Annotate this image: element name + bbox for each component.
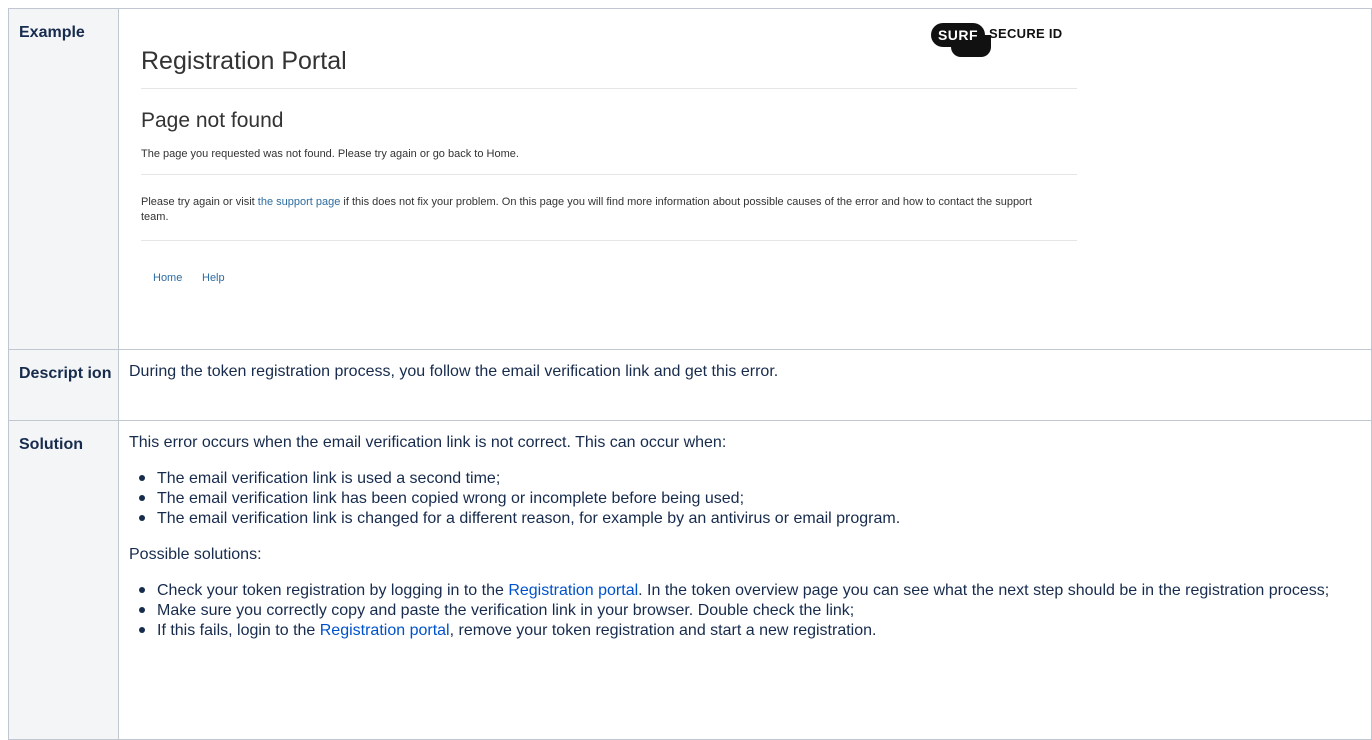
cause-item: The email verification link has been cop… [139,489,1361,509]
footer-divider [141,240,1077,241]
support-text: Please try again or visit the support pa… [141,195,1061,225]
solution-1-prefix: Check your token registration by logging… [157,582,509,599]
cause-item: The email verification link is changed f… [139,509,1361,529]
support-prefix: Please try again or visit [141,196,258,208]
solutions-heading: Possible solutions: [129,546,262,563]
nav-help-link[interactable]: Help [202,272,225,284]
solutions-list: Check your token registration by logging… [129,581,1361,641]
solution-item: Make sure you correctly copy and paste t… [139,601,1361,621]
registration-portal-link[interactable]: Registration portal [320,622,450,639]
solution-3-suffix: , remove your token registration and sta… [449,622,877,639]
logo-secure-id-text: SECURE ID [989,26,1063,41]
solution-3-prefix: If this fails, login to the [157,622,320,639]
solution-item: If this fails, login to the Registration… [139,621,1361,641]
header-divider [141,88,1077,89]
solution-row: Solution This error occurs when the emai… [8,420,1372,740]
page-not-found-text: The page you requested was not found. Pl… [141,148,519,160]
causes-list: The email verification link is used a se… [129,469,1361,529]
description-header: Descript ion [8,349,119,421]
page-not-found-title: Page not found [141,109,284,132]
content-divider [141,174,1077,175]
description-row: Descript ion During the token registrati… [8,349,1372,421]
logo-surf-text: SURF [931,23,985,47]
example-row: Example Registration Portal SURF SECURE … [8,8,1372,350]
solution-1-suffix: . In the token overview page you can see… [638,582,1330,599]
portal-screenshot: Registration Portal SURF SECURE ID Page … [119,9,1371,349]
registration-portal-link[interactable]: Registration portal [508,582,638,599]
nav-home-link[interactable]: Home [153,272,182,284]
support-page-link[interactable]: the support page [258,196,341,208]
solution-content: This error occurs when the email verific… [119,421,1371,667]
example-header: Example [8,8,119,350]
solution-item: Check your token registration by logging… [139,581,1361,601]
example-cell: Registration Portal SURF SECURE ID Page … [118,8,1372,350]
cause-item: The email verification link is used a se… [139,469,1361,489]
description-cell: During the token registration process, y… [118,349,1372,421]
troubleshoot-table: Example Registration Portal SURF SECURE … [8,8,1372,740]
portal-title: Registration Portal [141,47,347,75]
surf-secure-id-logo: SURF SECURE ID [931,23,1071,65]
description-text: During the token registration process, y… [129,363,779,380]
solution-cell: This error occurs when the email verific… [118,420,1372,740]
solution-intro: This error occurs when the email verific… [129,434,727,451]
solution-header: Solution [8,420,119,740]
